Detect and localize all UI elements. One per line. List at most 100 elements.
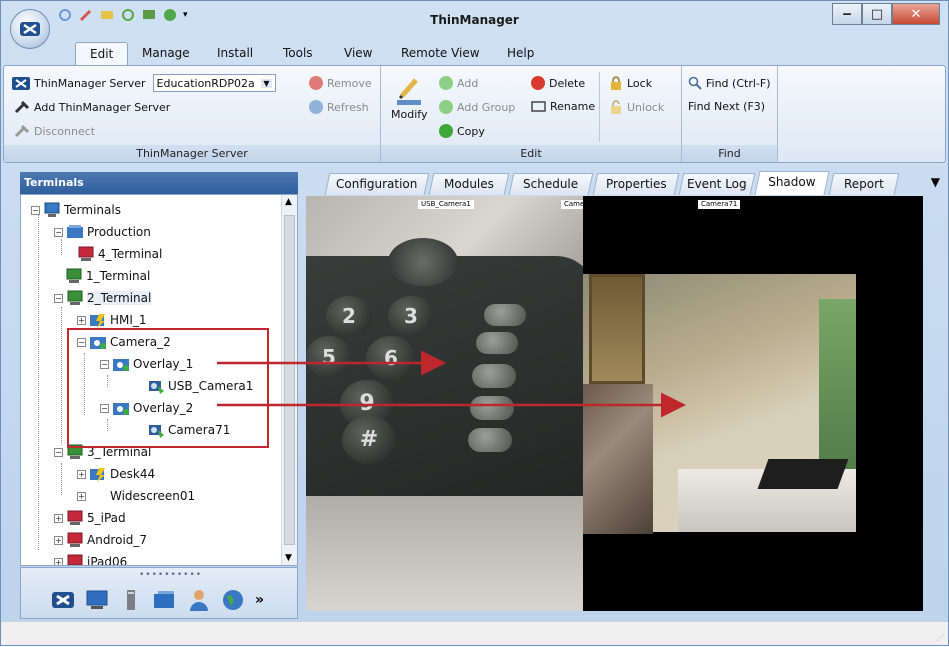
tab-remote-view[interactable]: Remote View — [401, 46, 480, 60]
scroll-down-icon[interactable]: ▼ — [285, 553, 292, 563]
usb-camera-label: USB_Camera1 — [418, 200, 474, 209]
scroll-up-icon[interactable]: ▲ — [285, 197, 292, 207]
tree-node-1-terminal[interactable]: 1_Terminal — [65, 268, 150, 284]
collapse-icon[interactable]: − — [54, 293, 63, 303]
rename-button[interactable]: Rename — [531, 100, 595, 113]
tree-node-hmi-1[interactable]: + HMI_1 — [77, 312, 147, 328]
display-clients-icon[interactable] — [153, 588, 177, 612]
remove-button[interactable]: Remove — [309, 76, 372, 90]
expand-icon[interactable]: + — [54, 535, 63, 545]
tree-node-android-7[interactable]: + Android_7 — [54, 532, 147, 548]
delete-button[interactable]: Delete — [531, 76, 585, 90]
tab-edit[interactable]: Edit — [75, 42, 129, 66]
tab-install[interactable]: Install — [217, 46, 253, 60]
copy-icon — [439, 124, 453, 138]
title-bar: ▾ ThinManager ‒ □ ✕ — [1, 1, 948, 49]
group-find: Find (Ctrl-F) Find Next (F3) Find — [682, 66, 778, 162]
server-dropdown[interactable]: EducationRDP02a ▼ — [152, 74, 276, 92]
shadow-viewport[interactable]: 2 3 5 6 9 # USB_Camera1 Camera_2 Camera7… — [306, 196, 923, 611]
lock-button[interactable]: Lock — [609, 76, 652, 91]
delete-label: Delete — [549, 76, 586, 90]
tab-tools[interactable]: Tools — [283, 46, 313, 60]
disconnect-button[interactable]: Disconnect — [14, 124, 95, 138]
add-button[interactable]: Add — [439, 76, 478, 90]
add-icon — [439, 76, 453, 90]
tab-event-log[interactable]: Event Log — [678, 173, 756, 195]
maximize-button[interactable]: □ — [862, 3, 892, 25]
unlock-button[interactable]: Unlock — [609, 100, 664, 115]
tab-view[interactable]: View — [344, 46, 372, 60]
expand-icon[interactable]: + — [77, 491, 86, 501]
display-client-icon — [90, 314, 105, 328]
rename-label: Rename — [550, 100, 596, 113]
collapse-icon[interactable]: − — [31, 205, 40, 215]
globe-icon[interactable] — [221, 588, 245, 612]
ribbon-tabs: Edit Manage Install Tools View Remote Vi… — [1, 42, 948, 66]
group-thinmanager-server: ThinManager Server EducationRDP02a ▼ Add… — [4, 66, 381, 162]
status-bar: ⋰ — [1, 621, 948, 645]
tree-label: Android_7 — [87, 533, 148, 547]
tree-node-5-ipad[interactable]: + 5_iPad — [54, 510, 126, 526]
refresh-button[interactable]: Refresh — [309, 100, 369, 114]
tree-label: 2_Terminal — [87, 291, 152, 305]
tab-overflow-dropdown-icon[interactable]: ▼ — [931, 175, 940, 189]
tree-node-2-terminal[interactable]: − 2_Terminal — [54, 290, 152, 306]
collapse-icon[interactable]: − — [54, 227, 63, 237]
terminals-icon[interactable] — [85, 588, 109, 612]
terminals-pane-header: Terminals — [20, 172, 298, 194]
unplug-icon — [14, 124, 30, 138]
scroll-thumb[interactable] — [284, 215, 295, 545]
tab-configuration[interactable]: Configuration — [324, 173, 430, 195]
modify-button[interactable]: Modify — [391, 76, 427, 121]
tree-node-production[interactable]: − Production — [54, 224, 151, 240]
tree-connector — [61, 463, 62, 495]
more-icon[interactable]: » — [255, 592, 264, 608]
expand-icon[interactable]: + — [77, 469, 86, 479]
tree-node-terminals-root[interactable]: − Terminals — [31, 202, 121, 218]
minimize-button[interactable]: ‒ — [832, 3, 862, 25]
expand-icon[interactable]: + — [54, 557, 63, 565]
expand-icon[interactable]: + — [77, 315, 86, 325]
window-title: ThinManager — [430, 13, 519, 27]
disconnect-label: Disconnect — [34, 124, 96, 138]
add-group-button[interactable]: Add Group — [439, 100, 515, 114]
key-6: 6 — [366, 336, 416, 380]
tab-label: Properties — [605, 177, 667, 191]
resize-grip-icon[interactable]: ⋰ — [936, 633, 944, 642]
find-button[interactable]: Find (Ctrl-F) — [688, 76, 771, 90]
desk-surface — [306, 496, 583, 611]
tree-node-ipad06[interactable]: + iPad06 — [54, 554, 127, 565]
app-menu-button[interactable] — [10, 9, 50, 49]
close-button[interactable]: ✕ — [892, 3, 940, 25]
splitter-grip[interactable]: •••••••••• — [139, 570, 202, 580]
tree-node-4-terminal[interactable]: 4_Terminal — [77, 246, 162, 262]
terminal-green-icon — [66, 268, 82, 283]
tab-shadow[interactable]: Shadow — [754, 171, 830, 195]
users-icon[interactable] — [187, 588, 211, 612]
find-next-button[interactable]: Find Next (F3) — [688, 100, 765, 113]
tree-label: Terminals — [64, 203, 121, 217]
tab-schedule[interactable]: Schedule — [508, 173, 594, 195]
thinmanager-logo-icon — [20, 22, 40, 36]
tree-node-desk44[interactable]: + Desk44 — [77, 466, 155, 482]
add-group-icon — [439, 100, 453, 114]
copy-button[interactable]: Copy — [439, 124, 485, 138]
servers-icon[interactable] — [119, 588, 143, 612]
key-hash: # — [342, 416, 396, 464]
thinmanager-servers-icon[interactable] — [51, 588, 75, 612]
add-label: Add — [457, 76, 479, 90]
add-group-label: Add Group — [457, 100, 516, 114]
add-server-button[interactable]: Add ThinManager Server — [14, 100, 170, 114]
tab-modules[interactable]: Modules — [428, 173, 510, 195]
tree-scrollbar[interactable]: ▲ ▼ — [281, 195, 297, 565]
tab-properties[interactable]: Properties — [592, 173, 680, 195]
chevron-down-icon: ▼ — [261, 78, 272, 88]
tab-report[interactable]: Report — [828, 173, 900, 195]
tab-help[interactable]: Help — [507, 46, 534, 60]
collapse-icon[interactable]: − — [54, 447, 63, 457]
rename-icon — [531, 101, 546, 112]
nav-icons: » — [51, 588, 264, 612]
tab-manage[interactable]: Manage — [142, 46, 190, 60]
expand-icon[interactable]: + — [54, 513, 63, 523]
tree-node-widescreen01[interactable]: + Widescreen01 — [77, 488, 195, 504]
